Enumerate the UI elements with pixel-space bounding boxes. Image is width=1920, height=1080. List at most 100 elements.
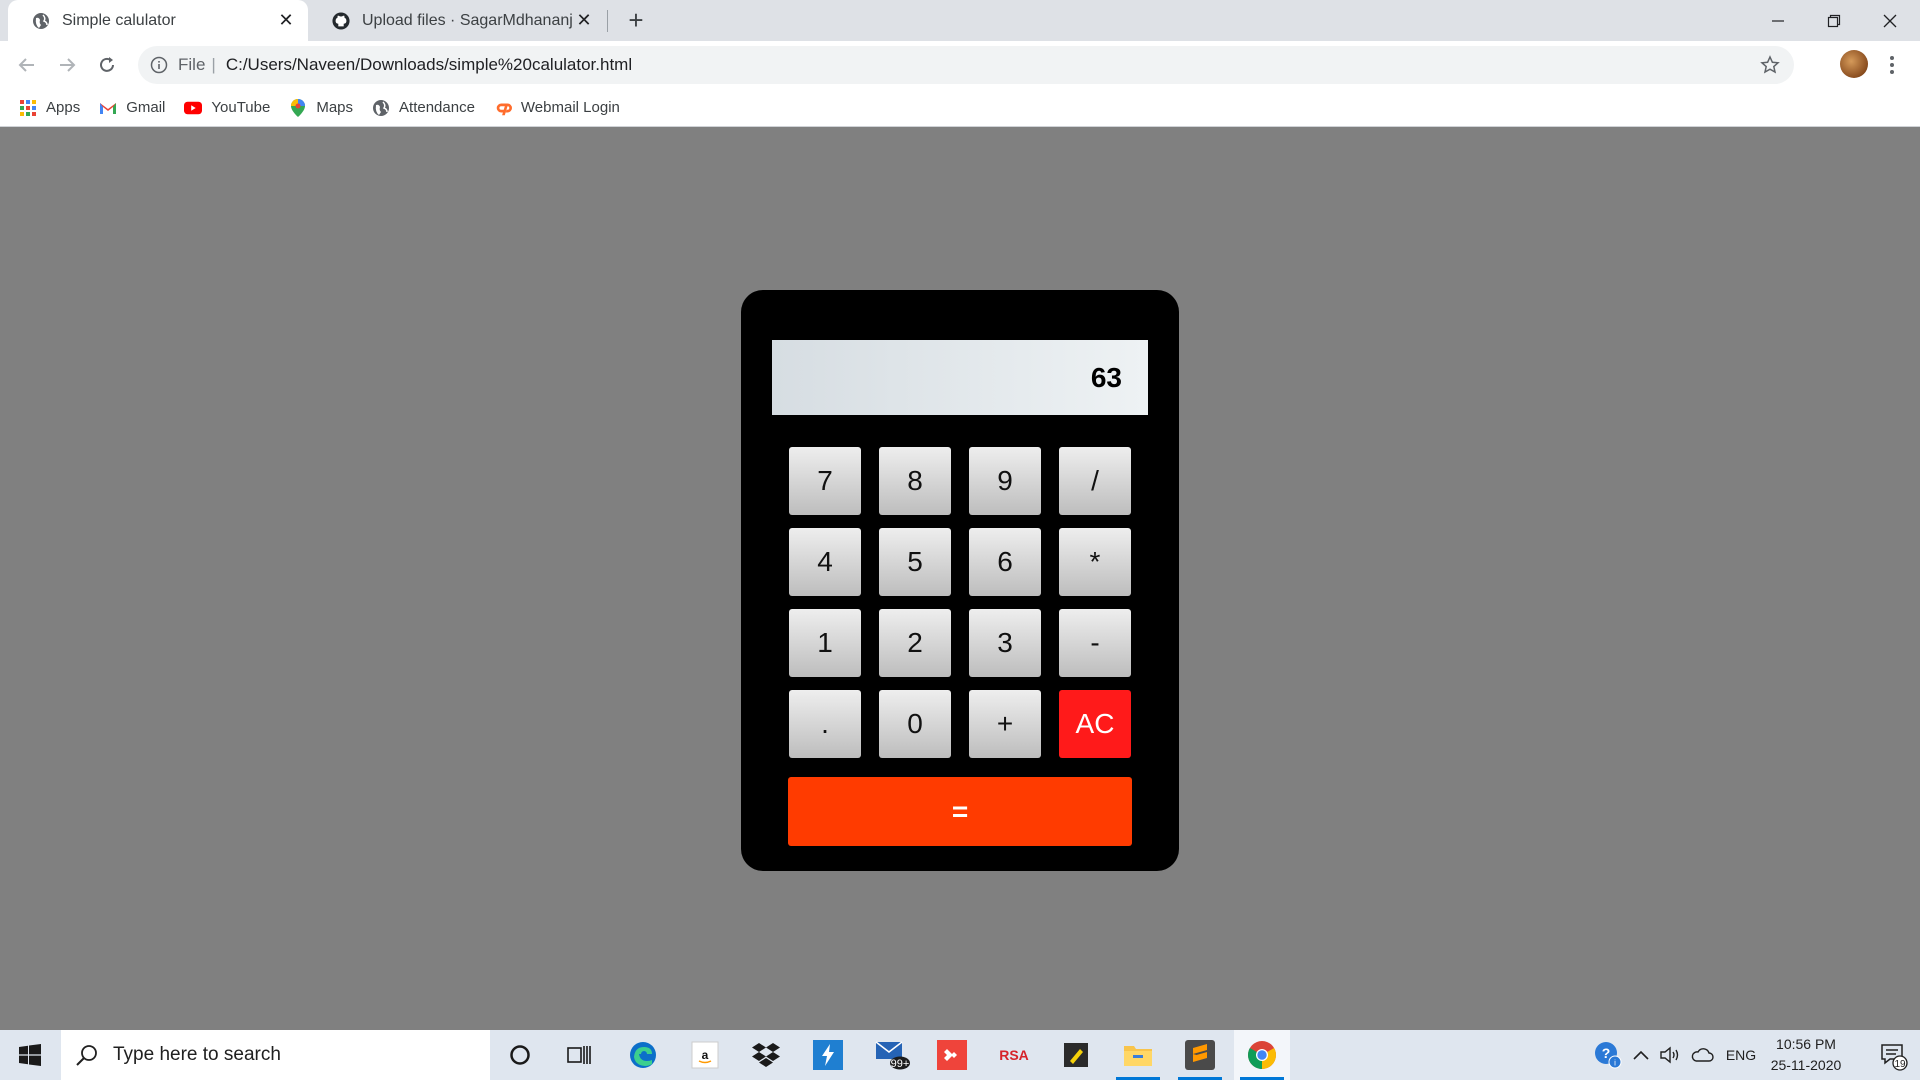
dropbox-icon [752, 1043, 780, 1067]
key-9[interactable]: 9 [969, 447, 1041, 515]
back-button[interactable] [11, 49, 43, 81]
address-bar[interactable]: File | C:/Users/Naveen/Downloads/simple%… [138, 46, 1794, 84]
new-tab-button[interactable]: + [622, 6, 650, 34]
bookmark-youtube[interactable]: YouTube [184, 94, 270, 122]
folder-icon [1124, 1046, 1152, 1066]
bookmark-maps[interactable]: Maps [289, 94, 353, 122]
clock-date: 25-11-2020 [1770, 1057, 1842, 1073]
chrome-icon [1248, 1041, 1276, 1069]
mail-icon: 99+ [875, 1041, 910, 1070]
close-window-button[interactable] [1862, 0, 1918, 41]
amazon-icon: a [691, 1041, 719, 1069]
dropbox-button[interactable] [738, 1030, 794, 1080]
key-5[interactable]: 5 [879, 528, 951, 596]
sublime-icon [1185, 1040, 1215, 1070]
mail-button[interactable]: 99+ [862, 1030, 918, 1080]
show-hidden-icons-button[interactable] [1628, 1030, 1654, 1080]
sublime-text-button[interactable] [1172, 1030, 1228, 1080]
bookmark-label: YouTube [211, 99, 271, 116]
chevron-up-icon [1633, 1050, 1649, 1060]
volume-button[interactable] [1656, 1030, 1684, 1080]
task-view-button[interactable] [551, 1030, 607, 1080]
taskbar-search[interactable]: Type here to search [61, 1030, 490, 1080]
info-icon[interactable] [150, 56, 168, 74]
app-shortcut-button[interactable] [800, 1030, 856, 1080]
calculator-display: 63 [772, 340, 1148, 415]
sticky-notes-button[interactable] [1048, 1030, 1104, 1080]
browser-toolbar: File | C:/Users/Naveen/Downloads/simple%… [0, 41, 1920, 89]
speaker-icon [1660, 1046, 1679, 1064]
clock-time: 10:56 PM [1776, 1036, 1836, 1052]
file-explorer-button[interactable] [1110, 1030, 1166, 1080]
bookmark-apps[interactable]: Apps [19, 94, 80, 122]
action-center-button[interactable]: 19 [1865, 1030, 1920, 1080]
cortana-button[interactable] [492, 1030, 548, 1080]
language-indicator[interactable]: ENG [1720, 1030, 1762, 1080]
anydesk-button[interactable] [924, 1030, 980, 1080]
bookmarks-bar: Apps Gmail YouTube Maps Attendance Webma… [0, 89, 1920, 127]
key-2[interactable]: 2 [879, 609, 951, 677]
key-subtract[interactable]: - [1059, 609, 1131, 677]
maps-icon [289, 98, 307, 117]
key-decimal[interactable]: . [789, 690, 861, 758]
task-view-icon [567, 1046, 591, 1064]
github-icon [332, 11, 350, 30]
cloud-icon [1691, 1048, 1714, 1062]
system-clock[interactable]: 10:56 PM 25-11-2020 [1766, 1034, 1846, 1076]
tab-upload-files[interactable]: Upload files · SagarMdhananjay/... ✕ [308, 0, 606, 41]
notification-icon: 19 [1880, 1044, 1908, 1071]
url-text[interactable]: C:/Users/Naveen/Downloads/simple%20calul… [226, 55, 632, 75]
windows-logo-icon [19, 1044, 41, 1066]
globe-icon [32, 12, 50, 30]
help-tray-button[interactable]: ? i [1590, 1030, 1626, 1080]
tab-simple-calculator[interactable]: Simple calulator ✕ [8, 0, 308, 41]
key-clear[interactable]: AC [1059, 690, 1131, 758]
bookmark-gmail[interactable]: Gmail [99, 94, 165, 122]
key-4[interactable]: 4 [789, 528, 861, 596]
bookmark-webmail-login[interactable]: Webmail Login [494, 94, 620, 122]
key-1[interactable]: 1 [789, 609, 861, 677]
key-6[interactable]: 6 [969, 528, 1041, 596]
onedrive-button[interactable] [1688, 1030, 1716, 1080]
key-7[interactable]: 7 [789, 447, 861, 515]
tab-strip: Simple calulator ✕ Upload files · SagarM… [0, 0, 1920, 41]
key-8[interactable]: 8 [879, 447, 951, 515]
profile-avatar[interactable] [1840, 50, 1868, 78]
key-0[interactable]: 0 [879, 690, 951, 758]
key-multiply[interactable]: * [1059, 528, 1131, 596]
apps-grid-icon [19, 99, 37, 117]
key-divide[interactable]: / [1059, 447, 1131, 515]
notification-count: 19 [1894, 1059, 1906, 1070]
edge-browser-button[interactable] [615, 1030, 671, 1080]
key-add[interactable]: + [969, 690, 1041, 758]
restore-icon [1827, 14, 1841, 27]
close-icon [1883, 14, 1897, 27]
minimize-button[interactable] [1750, 0, 1806, 41]
chrome-button[interactable] [1234, 1030, 1290, 1080]
menu-kebab-icon[interactable] [1882, 51, 1902, 79]
svg-text:?: ? [1602, 1045, 1611, 1061]
reload-button[interactable] [91, 49, 123, 81]
reload-icon [100, 57, 114, 72]
forward-button[interactable] [51, 49, 83, 81]
amazon-button[interactable]: a [677, 1030, 733, 1080]
key-3[interactable]: 3 [969, 609, 1041, 677]
bookmark-label: Maps [316, 99, 354, 116]
rsa-button[interactable]: RSA [986, 1030, 1042, 1080]
close-tab-icon[interactable]: ✕ [274, 9, 298, 33]
close-tab-icon[interactable]: ✕ [572, 9, 596, 33]
calculator: 63 7 8 9 / 4 5 6 * 1 2 3 - . 0 + AC = [741, 290, 1179, 871]
bookmark-star-icon[interactable] [1760, 55, 1780, 75]
tab-separator [607, 10, 608, 32]
start-button[interactable] [0, 1030, 60, 1080]
restore-button[interactable] [1806, 0, 1862, 41]
sticky-notes-icon [1064, 1043, 1088, 1067]
bookmark-label: Gmail [126, 99, 166, 116]
bookmark-label: Webmail Login [520, 99, 620, 116]
cpanel-icon [494, 99, 512, 117]
url-scheme: File [178, 55, 206, 74]
youtube-icon [184, 99, 203, 117]
bookmark-label: Attendance [399, 99, 475, 116]
key-equals[interactable]: = [788, 777, 1132, 846]
bookmark-attendance[interactable]: Attendance [372, 94, 475, 122]
